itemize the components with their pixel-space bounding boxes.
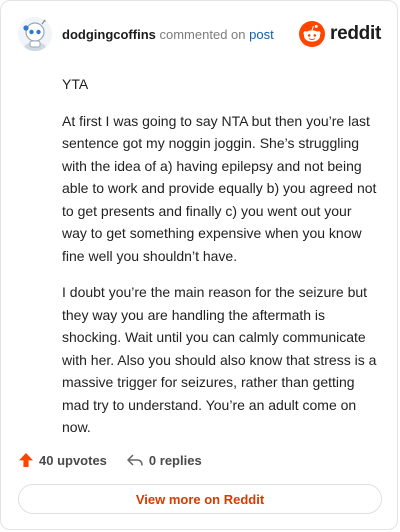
comment-header: dodgingcoffins commented on post reddit <box>18 17 381 53</box>
reddit-wordmark: reddit <box>330 23 381 44</box>
comment-paragraph: At first I was going to say NTA but then… <box>62 112 377 264</box>
comment-byline: dodgingcoffins commented on post <box>62 27 274 43</box>
replies-stat[interactable]: 0 replies <box>126 452 202 468</box>
post-link[interactable]: post <box>249 27 274 42</box>
reddit-logo-icon <box>299 21 326 47</box>
upvotes-count: 40 upvotes <box>39 452 107 468</box>
robot-avatar-icon <box>18 17 52 51</box>
upvotes-stat[interactable]: 40 upvotes <box>18 452 107 468</box>
view-more-button[interactable]: View more on Reddit <box>18 484 382 514</box>
comment-paragraph: YTA <box>62 76 89 92</box>
avatar[interactable] <box>18 17 52 51</box>
comment-paragraph: I doubt you’re the main reason for the s… <box>62 284 377 435</box>
comment-stats: 40 upvotes 0 replies <box>18 449 202 471</box>
replies-count: 0 replies <box>148 452 202 468</box>
upvote-arrow-icon <box>19 453 33 467</box>
comment-body: YTA At first I was going to say NTA but … <box>62 73 380 453</box>
byline-action: commented on <box>159 27 246 42</box>
comment-embed-card: dodgingcoffins commented on post reddit … <box>0 0 398 530</box>
username-link[interactable]: dodgingcoffins <box>62 27 156 42</box>
reply-arrow-icon <box>127 454 143 466</box>
reddit-brand-link[interactable]: reddit <box>299 21 381 47</box>
